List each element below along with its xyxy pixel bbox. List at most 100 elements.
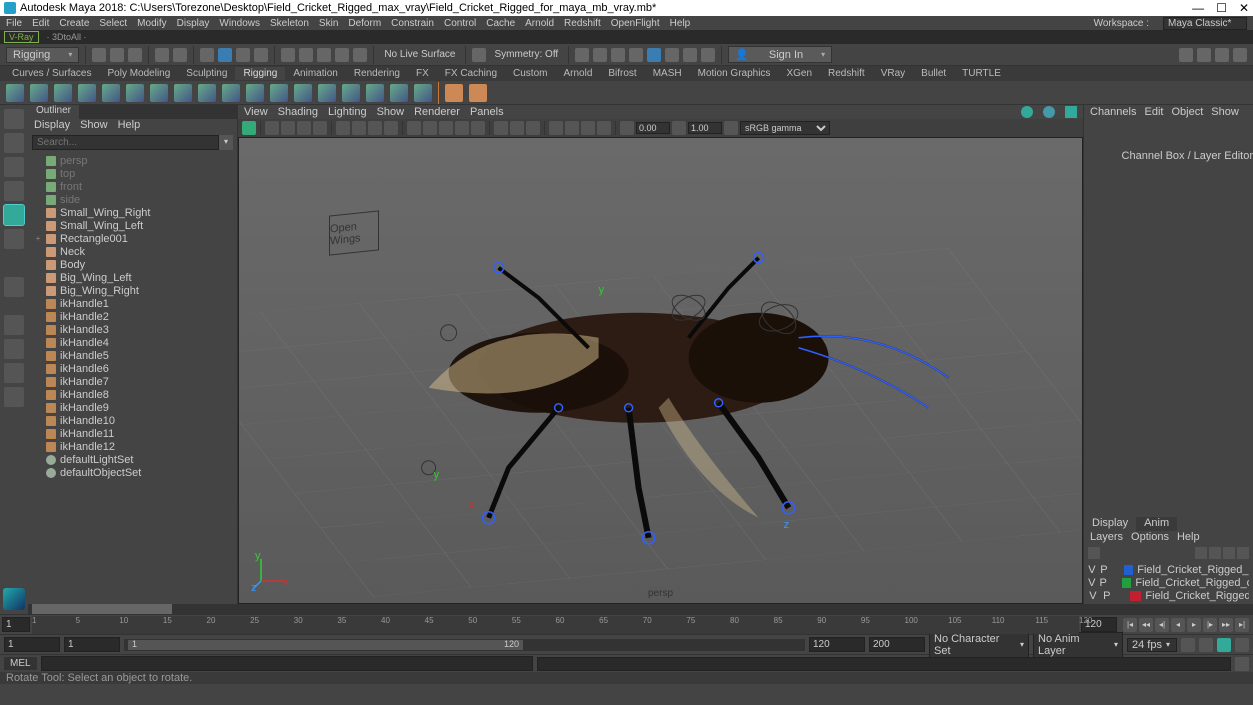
channels-menu-object[interactable]: Object (1171, 106, 1203, 118)
fps-dropdown[interactable]: 24 fps (1127, 638, 1177, 652)
channels-menu-show[interactable]: Show (1211, 106, 1239, 118)
outliner-node[interactable]: Big_Wing_Right (28, 284, 237, 297)
menu-help[interactable]: Help (670, 18, 691, 29)
tab-rigging[interactable]: Rigging (235, 67, 285, 80)
timeline-prev-key-button[interactable]: ◂| (1155, 618, 1169, 632)
range-loop-icon[interactable] (1199, 638, 1213, 652)
pause-icon[interactable] (701, 48, 715, 62)
light-editor-icon[interactable] (665, 48, 679, 62)
constraint-parent-icon[interactable] (270, 84, 288, 102)
viewport-plus-icon[interactable] (1065, 106, 1077, 118)
outliner-node[interactable]: Small_Wing_Left (28, 219, 237, 232)
lasso-tool-icon[interactable] (218, 48, 232, 62)
viewport-menu-renderer[interactable]: Renderer (414, 106, 460, 118)
timeline-go-start-button[interactable]: |◂ (1123, 618, 1137, 632)
vp-wireframe-icon[interactable] (407, 121, 421, 135)
outliner-node[interactable]: Neck (28, 245, 237, 258)
viewport-globe-icon[interactable] (1043, 106, 1055, 118)
timeline-current-frame-input[interactable] (2, 617, 30, 632)
tab-custom[interactable]: Custom (505, 67, 555, 80)
outliner-node[interactable]: defaultLightSet (28, 453, 237, 466)
outliner-node[interactable]: ikHandle6 (28, 362, 237, 375)
menu-edit[interactable]: Edit (32, 18, 49, 29)
play-icon[interactable] (683, 48, 697, 62)
outliner-node[interactable]: Big_Wing_Left (28, 271, 237, 284)
menu-skeleton[interactable]: Skeleton (270, 18, 309, 29)
layer-new-icon[interactable] (1088, 547, 1100, 559)
timeline-step-back-button[interactable]: ◂◂ (1139, 618, 1153, 632)
select-tool[interactable] (4, 109, 24, 129)
vp-camera-select-icon[interactable] (242, 121, 256, 135)
layers-menu-options[interactable]: Options (1131, 531, 1169, 545)
vp-viewtransform-icon[interactable] (724, 121, 738, 135)
last-tool[interactable] (4, 277, 24, 297)
layers-scrollbar[interactable] (1084, 604, 1253, 614)
outliner-node[interactable]: front (28, 180, 237, 193)
move-tool[interactable] (4, 181, 24, 201)
snap-live-icon[interactable] (353, 48, 367, 62)
menu-create[interactable]: Create (59, 18, 89, 29)
tab-turtle[interactable]: TURTLE (954, 67, 1009, 80)
vp-exposure-input[interactable] (636, 122, 670, 134)
outliner-node[interactable]: ikHandle3 (28, 323, 237, 336)
threedtoall-badge[interactable]: · 3DtoAll · (43, 32, 91, 42)
blendshape-icon[interactable] (198, 84, 216, 102)
menu-openflight[interactable]: OpenFlight (611, 18, 660, 29)
bind-skin-icon[interactable] (54, 84, 72, 102)
cricket-model[interactable]: y y z x (338, 207, 958, 547)
vp-shadows-icon[interactable] (471, 121, 485, 135)
timeline-go-end-button[interactable]: ▸| (1235, 618, 1249, 632)
layer-movedown-icon[interactable] (1209, 547, 1221, 559)
outliner-menu-display[interactable]: Display (34, 119, 70, 133)
layers-menu-layers[interactable]: Layers (1090, 531, 1123, 545)
vp-image-plane-icon[interactable] (281, 121, 295, 135)
tab-fx[interactable]: FX (408, 67, 437, 80)
menu-control[interactable]: Control (444, 18, 476, 29)
timeline-ruler[interactable]: 1510152025303540455055606570758085909510… (32, 616, 1079, 634)
range-track[interactable]: 1120 (124, 639, 805, 651)
layout-four-icon[interactable] (4, 339, 24, 359)
maximize-button[interactable]: ☐ (1216, 1, 1227, 15)
cmd-lang-label[interactable]: MEL (4, 657, 37, 670)
signin-dropdown[interactable]: 👤Sign In (728, 46, 832, 63)
menu-display[interactable]: Display (177, 18, 210, 29)
render-settings-icon[interactable] (611, 48, 625, 62)
mirror-joint-icon[interactable] (102, 84, 120, 102)
tab-curves[interactable]: Curves / Surfaces (4, 67, 99, 80)
outliner-node[interactable]: ikHandle4 (28, 336, 237, 349)
viewport-gear-icon[interactable] (1021, 106, 1033, 118)
snap-grid-icon[interactable] (281, 48, 295, 62)
joint-tool-icon[interactable] (6, 84, 24, 102)
layer-row[interactable]: VPField_Cricket_Rigged (1084, 589, 1253, 602)
layers-tab-display[interactable]: Display (1084, 517, 1136, 531)
vp-2d-pan-icon[interactable] (297, 121, 311, 135)
cmd-script-editor-icon[interactable] (1235, 657, 1249, 671)
tab-mash[interactable]: MASH (645, 67, 690, 80)
tab-redshift[interactable]: Redshift (820, 67, 873, 80)
menu-deform[interactable]: Deform (348, 18, 381, 29)
layer-row[interactable]: VPField_Cricket_Rigged_controlls (1084, 576, 1253, 589)
timeline-play-back-button[interactable]: ◂ (1171, 618, 1185, 632)
vp-motion-blur-icon[interactable] (565, 121, 579, 135)
viewport-menu-show[interactable]: Show (377, 106, 405, 118)
layer-moveup-icon[interactable] (1195, 547, 1207, 559)
range-prefs-icon[interactable] (1217, 638, 1231, 652)
outliner-menu-help[interactable]: Help (118, 119, 141, 133)
move-tool-icon[interactable] (254, 48, 268, 62)
menu-select[interactable]: Select (99, 18, 127, 29)
vp-exposure-icon[interactable] (620, 121, 634, 135)
snap-plane-icon[interactable] (335, 48, 349, 62)
outliner-node[interactable]: defaultObjectSet (28, 466, 237, 479)
pane-layout-icon-2[interactable] (1197, 48, 1211, 62)
menu-arnold[interactable]: Arnold (525, 18, 554, 29)
menu-cache[interactable]: Cache (486, 18, 515, 29)
outliner-node[interactable]: +Rectangle001 (28, 232, 237, 245)
tab-bullet[interactable]: Bullet (913, 67, 954, 80)
lattice-icon[interactable] (174, 84, 192, 102)
vp-grid-icon[interactable] (336, 121, 350, 135)
tab-bifrost[interactable]: Bifrost (600, 67, 644, 80)
tab-animation[interactable]: Animation (285, 67, 345, 80)
constraint-point-icon[interactable] (294, 84, 312, 102)
vp-gate-mask-icon[interactable] (384, 121, 398, 135)
no-live-surface-label[interactable]: No Live Surface (380, 49, 459, 60)
